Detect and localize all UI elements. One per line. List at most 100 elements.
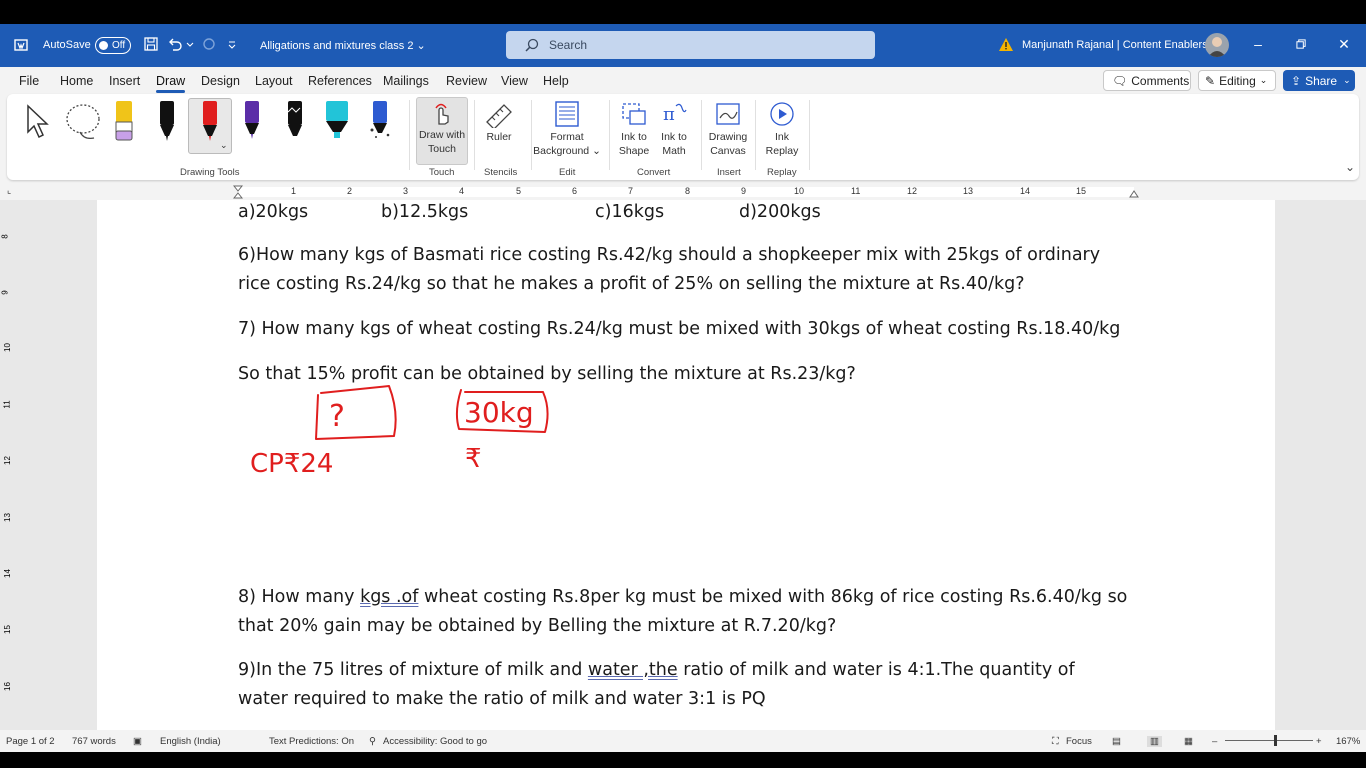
ruler-number: 14 [2,569,12,578]
ruler-number: 15 [1076,186,1087,196]
accessibility-status[interactable]: Accessibility: Good to go [383,736,487,747]
purple-pen-icon[interactable] [242,100,262,142]
avatar[interactable] [1205,33,1229,57]
ribbon-area: ⌄ Drawing Tools Draw with Touch Touch Ru… [0,94,1366,184]
ruler-number: 5 [516,186,522,196]
zoom-slider-thumb[interactable] [1274,735,1277,746]
tab-insert[interactable]: Insert [109,74,140,88]
accessibility-icon: ⚲ [369,736,376,747]
indent-marker-icon[interactable] [233,185,243,199]
cyan-highlighter-icon[interactable] [323,100,351,142]
zoom-out-icon[interactable]: – [1212,736,1217,747]
ink-to-math-button[interactable]: π Ink to Math [653,100,695,158]
comment-icon: 🗨 [1112,73,1128,88]
draw-with-touch-button[interactable]: Draw with Touch [413,102,471,156]
format-background-line1: Format [550,131,584,143]
ink-replay-button[interactable]: Ink Replay [759,100,805,158]
ink-annotations[interactable]: ? 30kg CP₹24 ₹ [97,200,1275,730]
ink-to-math-line2: Math [662,145,686,157]
select-pointer-icon[interactable] [25,104,53,140]
zoom-level[interactable]: 167% [1336,736,1360,747]
share-button[interactable]: ⇪ Share ⌄ [1283,70,1355,91]
ruler-number: 7 [628,186,634,196]
ruler-number: 8 [685,186,691,196]
collapse-ribbon-icon[interactable]: ⌄ [1345,160,1355,174]
ink-to-shape-button[interactable]: Ink to Shape [613,100,655,158]
tab-layout[interactable]: Layout [255,74,293,88]
focus-mode[interactable]: Focus [1066,736,1092,747]
comments-button[interactable]: 🗨 Comments [1103,70,1191,91]
editing-mode-button[interactable]: ✎ Editing ⌄ [1198,70,1276,91]
ruler-number: 2 [347,186,353,196]
hand-touch-icon [435,103,449,125]
print-layout-icon[interactable]: ▥ [1147,736,1162,747]
warning-icon[interactable] [998,37,1014,52]
redo-icon[interactable] [201,36,217,52]
tab-stop-icon[interactable]: ⌞ [7,185,11,196]
tab-references[interactable]: References [308,74,372,88]
read-mode-icon[interactable]: ▤ [1112,736,1121,747]
document-title[interactable]: Alligations and mixtures class 2 ⌄ [260,39,426,52]
drawing-canvas-line2: Canvas [710,145,746,157]
autosave-toggle[interactable]: Off [95,37,131,54]
group-insert: Insert [717,167,741,178]
pen-options-chevron-icon[interactable]: ⌄ [220,140,228,151]
eraser-pen-icon[interactable] [114,100,134,142]
web-layout-icon[interactable]: ▦ [1184,736,1193,747]
format-background-button[interactable]: Format Background ⌄ [533,100,601,158]
word-count[interactable]: 767 words [72,736,116,747]
restore-icon[interactable] [1291,34,1311,54]
ruler-number: 4 [459,186,465,196]
language[interactable]: English (India) [160,736,221,747]
pencil-black-icon[interactable] [285,100,305,142]
tab-file[interactable]: File [19,74,39,88]
tab-view[interactable]: View [501,74,528,88]
proofing-icon[interactable]: ▣ [133,736,142,747]
tab-draw[interactable]: Draw [156,74,186,93]
user-name[interactable]: Manjunath Rajanal | Content Enablers [1022,39,1208,51]
focus-icon: ⛶ [1052,736,1059,747]
pencil-icon: ✎ [1205,73,1216,88]
search-box[interactable]: Search [506,31,875,59]
right-indent-marker-icon[interactable] [1129,189,1139,198]
group-divider [755,100,756,170]
ruler-number: 13 [2,513,12,522]
tab-design[interactable]: Design [201,74,240,88]
drawing-canvas-button[interactable]: Drawing Canvas [703,100,753,158]
galaxy-pen-icon[interactable] [367,100,393,142]
zoom-slider[interactable] [1225,740,1313,741]
chevron-down-icon: ⌄ [416,40,426,52]
document-page[interactable]: a)20kgs b)12.5kgs c)16kgs d)200kgs 6)How… [97,200,1275,730]
group-divider [609,100,610,170]
tab-home[interactable]: Home [60,74,93,88]
document-canvas[interactable]: 8 9 10 11 12 13 14 15 16 a)20kgs b)12.5k… [0,200,1366,730]
group-stencils: Stencils [484,167,518,178]
undo-dropdown-icon[interactable] [186,36,194,52]
ruler-number: 13 [963,186,974,196]
save-to-cloud-icon[interactable] [14,38,28,52]
ink-replay-line2: Replay [765,145,799,157]
minimize-icon[interactable]: – [1248,34,1268,54]
ruler-number: 12 [2,456,12,465]
editing-label: Editing [1219,73,1256,88]
horizontal-ruler[interactable]: ⌞ 1 2 3 4 5 6 7 8 9 10 11 12 13 14 15 [0,184,1366,200]
ink-replay-icon [770,102,794,126]
lasso-select-icon[interactable] [64,102,102,142]
ruler-button[interactable]: Ruler [479,102,519,144]
tab-review[interactable]: Review [446,74,487,88]
undo-icon[interactable] [167,36,183,52]
tab-help[interactable]: Help [543,74,569,88]
text-predictions[interactable]: Text Predictions: On [269,736,354,747]
zoom-in-icon[interactable]: + [1316,736,1322,747]
customize-toolbar-icon[interactable] [227,36,237,52]
close-icon[interactable]: ✕ [1334,34,1354,54]
page-count[interactable]: Page 1 of 2 [6,736,55,747]
ruler-number: 11 [851,186,861,196]
save-icon[interactable] [143,36,159,52]
ruler-icon [486,104,512,128]
red-pen-icon[interactable] [200,100,220,142]
tab-mailings[interactable]: Mailings [383,74,429,88]
black-pen-icon[interactable] [157,100,177,142]
ruler-number: 8 [0,234,10,239]
draw-with-touch-line1: Draw with [418,129,466,141]
